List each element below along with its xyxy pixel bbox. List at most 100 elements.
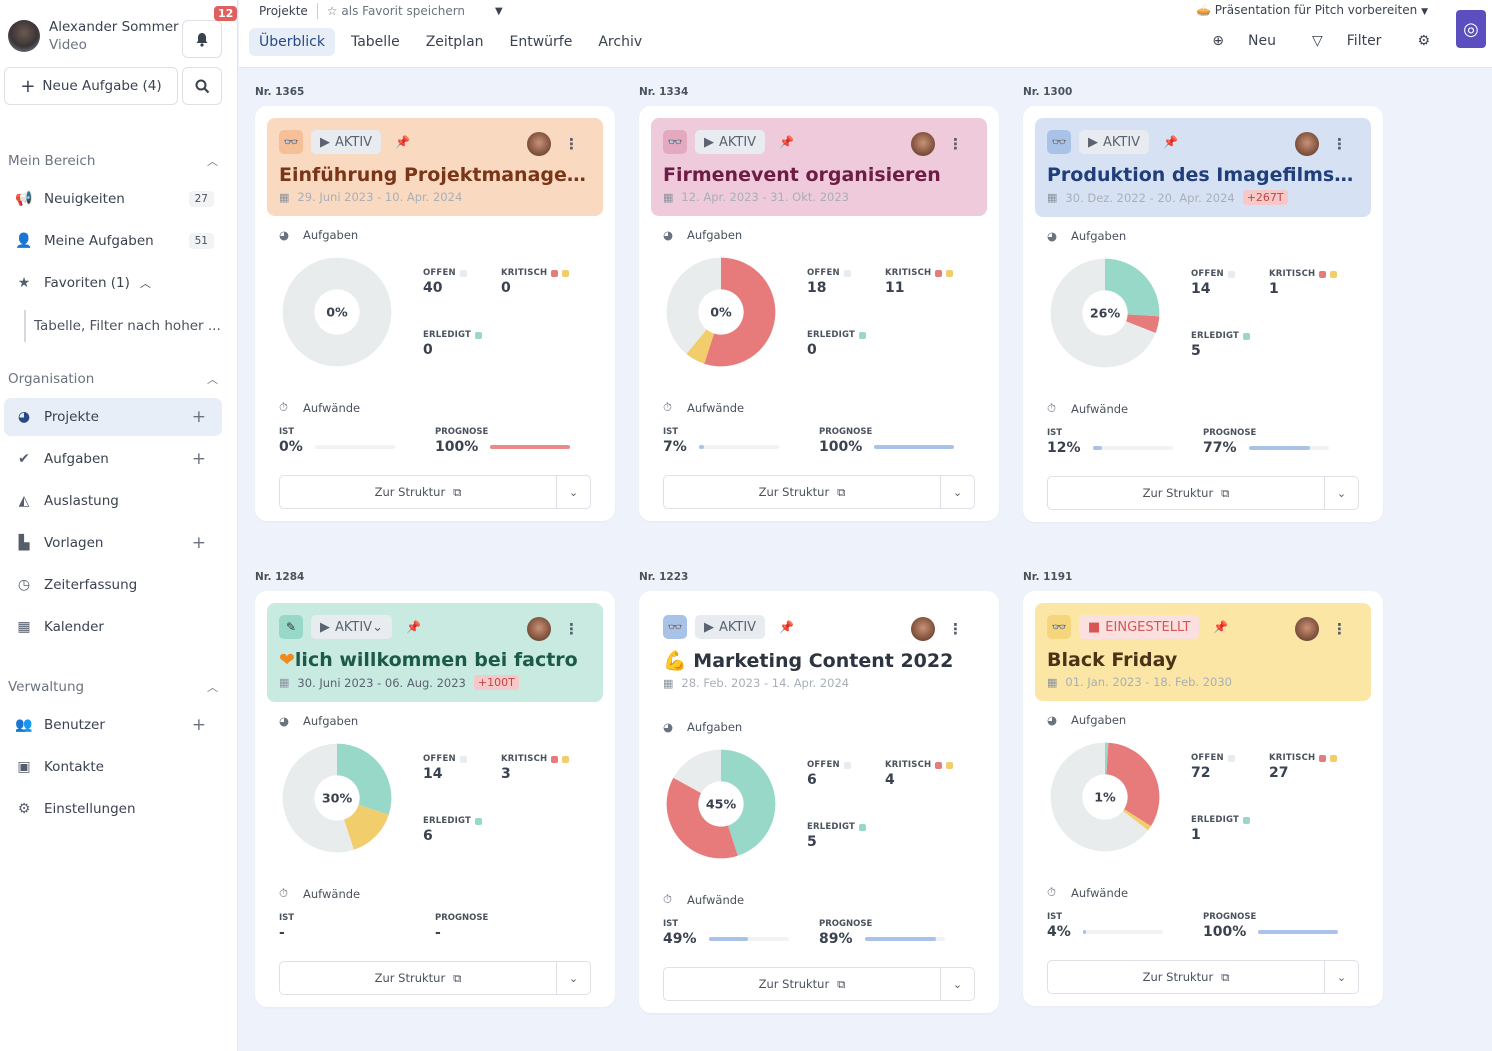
- project-title[interactable]: Produktion des Imagefilms 2023: [1047, 164, 1359, 186]
- new-button[interactable]: ⊕ Neu: [1194, 33, 1276, 49]
- sidebar-item-meine-aufgaben[interactable]: 👤 Meine Aufgaben 51: [4, 222, 222, 260]
- more-options-icon[interactable]: ⋮: [948, 134, 963, 154]
- project-title[interactable]: Firmenevent organisieren: [663, 164, 975, 186]
- tab-entwuerfe[interactable]: Entwürfe: [500, 28, 583, 56]
- project-type-icon[interactable]: 👓: [1047, 615, 1071, 639]
- structure-dropdown-button[interactable]: ⌄: [940, 968, 974, 1000]
- chevron-down-icon[interactable]: ▼: [495, 6, 503, 17]
- zur-struktur-button[interactable]: Zur Struktur ⧉: [280, 962, 556, 994]
- status-badge[interactable]: ▶ AKTIV: [1079, 130, 1150, 154]
- filter-button[interactable]: ▽ Filter: [1294, 33, 1381, 49]
- add-project-button[interactable]: +: [192, 407, 206, 427]
- pin-icon[interactable]: 📌: [779, 620, 794, 634]
- favorite-item[interactable]: Tabelle, Filter nach hoher ...: [24, 310, 224, 342]
- sidebar-item-favoriten[interactable]: ★ Favoriten (1) ︿: [4, 264, 222, 302]
- project-card-body[interactable]: 👓 ▶ AKTIV 📌 ⋮ Einführung Projektmanagemen…: [255, 106, 615, 521]
- project-card-body[interactable]: 👓 ▶ AKTIV 📌 ⋮ Produktion des Imagefilms 2…: [1023, 106, 1383, 522]
- more-options-icon[interactable]: ⋮: [564, 619, 579, 639]
- save-favorite-button[interactable]: ☆ als Favorit speichern: [327, 4, 465, 18]
- zur-struktur-button[interactable]: Zur Struktur ⧉: [280, 476, 556, 508]
- sidebar-item-auslastung[interactable]: ◭ Auslastung: [4, 482, 222, 520]
- search-button[interactable]: [182, 67, 222, 105]
- more-options-icon[interactable]: ⋮: [948, 619, 963, 639]
- project-type-icon[interactable]: 👓: [663, 130, 687, 154]
- project-card-body[interactable]: 👓 ▶ AKTIV 📌 ⋮ Firmenevent organisieren ▦ …: [639, 106, 999, 521]
- section-organisation[interactable]: Organisation ︿: [8, 371, 218, 387]
- zur-struktur-button[interactable]: Zur Struktur ⧉: [1048, 477, 1324, 509]
- current-task-selector[interactable]: 🥧 Präsentation für Pitch vorbereiten ▼: [1196, 3, 1428, 17]
- structure-dropdown-button[interactable]: ⌄: [1324, 961, 1358, 993]
- project-title[interactable]: Black Friday: [1047, 649, 1359, 671]
- notifications-button[interactable]: [182, 20, 222, 58]
- tab-zeitplan[interactable]: Zeitplan: [416, 28, 494, 56]
- owner-avatar[interactable]: [527, 132, 551, 156]
- structure-dropdown-button[interactable]: ⌄: [940, 476, 974, 508]
- new-task-button[interactable]: + Neue Aufgabe (4): [4, 67, 178, 105]
- app-launcher-button[interactable]: ◎: [1456, 10, 1486, 48]
- project-type-icon[interactable]: 👓: [663, 615, 687, 639]
- owner-avatar[interactable]: [911, 132, 935, 156]
- add-template-button[interactable]: +: [192, 533, 206, 553]
- add-user-button[interactable]: +: [192, 715, 206, 735]
- project-title[interactable]: Einführung Projektmanagemen...: [279, 164, 591, 186]
- sidebar-item-zeiterfassung[interactable]: ◷ Zeiterfassung: [4, 566, 222, 604]
- tab-tabelle[interactable]: Tabelle: [341, 28, 410, 56]
- tab-archiv[interactable]: Archiv: [588, 28, 652, 56]
- sidebar-item-benutzer[interactable]: 👥 Benutzer +: [4, 706, 222, 744]
- document-icon: ▙: [18, 535, 30, 551]
- pin-icon[interactable]: 📌: [1213, 620, 1228, 634]
- owner-avatar[interactable]: [527, 617, 551, 641]
- effort-label: Aufwände: [687, 892, 745, 907]
- owner-avatar[interactable]: [1295, 617, 1319, 641]
- more-options-icon[interactable]: ⋮: [564, 134, 579, 154]
- filter-label: Filter: [1346, 33, 1382, 49]
- project-card: Nr. 1334 👓 ▶ AKTIV 📌 ⋮ Firmenevent organi…: [639, 86, 999, 521]
- more-options-icon[interactable]: ⋮: [1332, 619, 1347, 639]
- pin-icon[interactable]: 📌: [395, 135, 410, 149]
- project-type-icon[interactable]: ✎: [279, 615, 303, 639]
- sidebar-item-aufgaben[interactable]: ✔ Aufgaben +: [4, 440, 222, 478]
- sidebar-item-einstellungen[interactable]: ⚙ Einstellungen: [4, 790, 222, 828]
- status-badge[interactable]: ▶ AKTIV: [311, 130, 382, 154]
- user-profile[interactable]: Alexander Sommer Video: [8, 18, 179, 54]
- project-title[interactable]: 💪 Marketing Content 2022: [663, 649, 975, 672]
- project-card: Nr. 1365 👓 ▶ AKTIV 📌 ⋮ Einführung Projekt…: [255, 86, 615, 521]
- section-verwaltung[interactable]: Verwaltung ︿: [8, 679, 218, 695]
- status-badge[interactable]: ▶ AKTIV ⌄: [311, 615, 392, 639]
- tasks-label: Aufgaben: [1071, 229, 1127, 243]
- sidebar-item-kalender[interactable]: ▦ Kalender: [4, 608, 222, 646]
- project-card-body[interactable]: 👓 ▶ AKTIV 📌 ⋮ 💪 Marketing Content 2022 ▦ …: [639, 591, 999, 1013]
- breadcrumb-projekte[interactable]: Projekte: [259, 4, 308, 18]
- project-title[interactable]: ❤lich willkommen bei factro: [279, 649, 591, 671]
- sidebar-item-neuigkeiten[interactable]: 📢 Neuigkeiten 27: [4, 180, 222, 218]
- status-badge[interactable]: ▶ AKTIV: [695, 130, 766, 154]
- more-options-icon[interactable]: ⋮: [1332, 134, 1347, 154]
- hierarchy-icon: ⧉: [453, 484, 462, 499]
- zur-struktur-button[interactable]: Zur Struktur ⧉: [664, 968, 940, 1000]
- project-card-body[interactable]: 👓 ■ EINGESTELLT 📌 ⋮ Black Friday ▦ 01. Ja…: [1023, 591, 1383, 1006]
- sidebar-item-projekte[interactable]: ◕ Projekte +: [4, 398, 222, 436]
- sidebar-item-vorlagen[interactable]: ▙ Vorlagen +: [4, 524, 222, 562]
- zur-struktur-button[interactable]: Zur Struktur ⧉: [664, 476, 940, 508]
- new-task-label: Neue Aufgabe (4): [42, 78, 162, 94]
- owner-avatar[interactable]: [1295, 132, 1319, 156]
- pin-icon[interactable]: 📌: [779, 135, 794, 149]
- structure-dropdown-button[interactable]: ⌄: [1324, 477, 1358, 509]
- owner-avatar[interactable]: [911, 617, 935, 641]
- pin-icon[interactable]: 📌: [1163, 135, 1178, 149]
- tab-ueberblick[interactable]: Überblick: [249, 28, 335, 56]
- status-badge[interactable]: ■ EINGESTELLT: [1079, 615, 1200, 639]
- zur-struktur-button[interactable]: Zur Struktur ⧉: [1048, 961, 1324, 993]
- status-badge[interactable]: ▶ AKTIV: [695, 615, 766, 639]
- project-card-body[interactable]: ✎ ▶ AKTIV ⌄ 📌 ⋮ ❤lich willkommen bei fact…: [255, 591, 615, 1007]
- section-mein-bereich[interactable]: Mein Bereich ︿: [8, 153, 218, 169]
- project-type-icon[interactable]: 👓: [1047, 130, 1071, 154]
- sidebar-item-kontakte[interactable]: ▣ Kontakte: [4, 748, 222, 786]
- project-type-icon[interactable]: 👓: [279, 130, 303, 154]
- add-task-button[interactable]: +: [192, 449, 206, 469]
- legend-swatch: [562, 755, 570, 763]
- structure-dropdown-button[interactable]: ⌄: [556, 962, 590, 994]
- structure-dropdown-button[interactable]: ⌄: [556, 476, 590, 508]
- settings-button[interactable]: ⚙: [1399, 33, 1430, 49]
- pin-icon[interactable]: 📌: [406, 620, 421, 634]
